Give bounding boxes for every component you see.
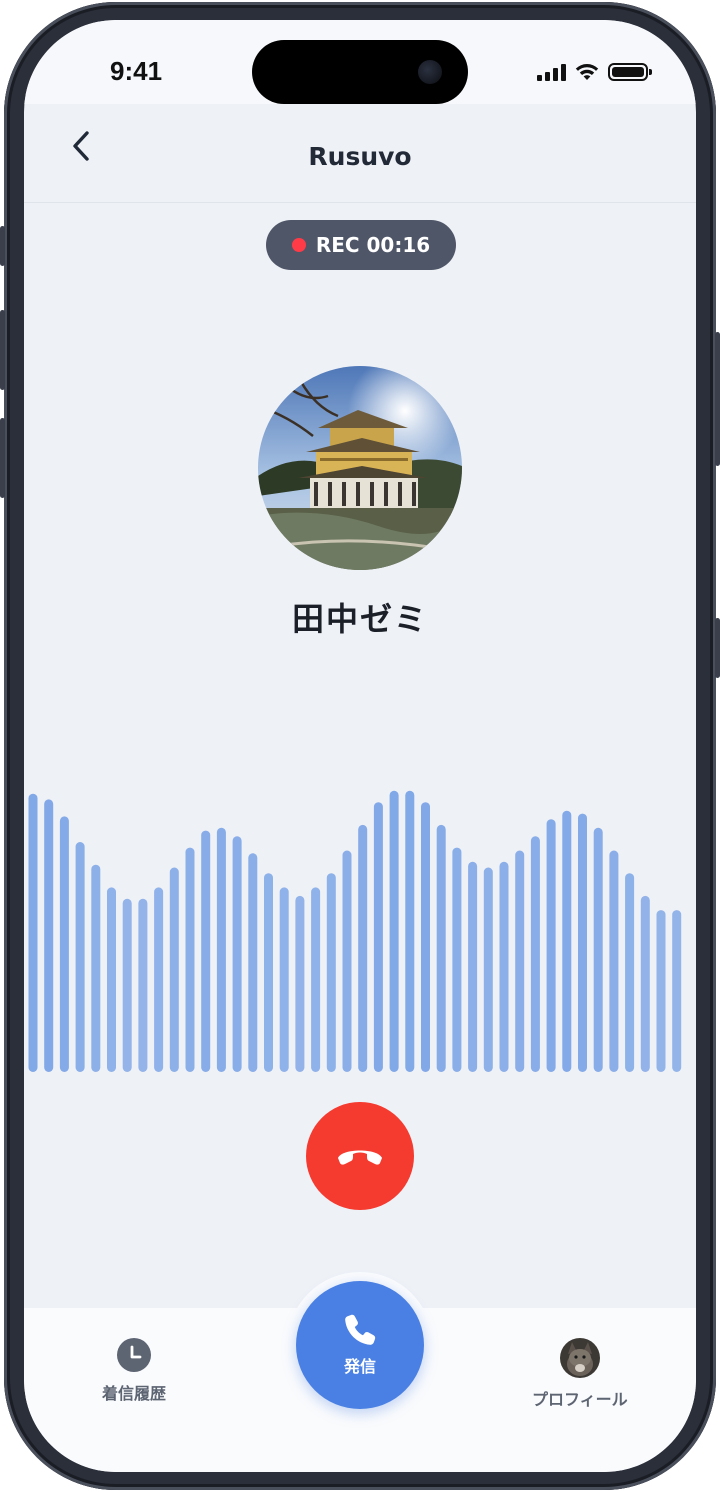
- rec-dot-icon: [291, 238, 306, 252]
- wifi-icon: [575, 64, 599, 80]
- waveform-bar: [295, 895, 305, 1072]
- waveform-bar: [311, 887, 321, 1072]
- waveform-bar: [515, 850, 525, 1072]
- waveform-bar: [201, 830, 211, 1072]
- clock-icon: [117, 1338, 151, 1372]
- page-title: Rusuvo: [308, 142, 412, 171]
- nav-bar: Rusuvo: [24, 104, 696, 203]
- waveform-bar: [107, 887, 116, 1072]
- waveform-bar: [358, 824, 368, 1072]
- cellular-signal-icon: [537, 63, 566, 81]
- waveform-bar: [530, 836, 540, 1072]
- waveform-bar: [28, 793, 38, 1072]
- cat-avatar: [559, 1338, 600, 1378]
- waveform-bar: [562, 810, 572, 1072]
- waveform-bar: [421, 802, 430, 1072]
- end-call-button[interactable]: [306, 1102, 414, 1210]
- call-button[interactable]: 発信: [296, 1281, 424, 1409]
- screen: 9:41 Rusuvo REC 00:16 田中ゼミ 着信履歴 プロフィール 発…: [24, 20, 696, 1472]
- waveform-bar: [232, 836, 242, 1072]
- waveform-bar: [75, 842, 85, 1072]
- tab-history-label: 着信履歴: [102, 1384, 167, 1403]
- waveform-bar: [499, 861, 509, 1072]
- audio-waveform: [28, 790, 682, 1072]
- waveform-bar: [609, 850, 619, 1072]
- dynamic-island: [252, 40, 468, 104]
- contact-name: 田中ゼミ: [291, 600, 428, 638]
- tab-profile[interactable]: プロフィール: [532, 1338, 628, 1410]
- waveform-bar: [169, 867, 179, 1072]
- waveform-bar: [640, 895, 650, 1072]
- recording-badge: REC 00:16: [266, 220, 456, 270]
- waveform-bar: [185, 847, 195, 1072]
- action-button: [0, 226, 5, 266]
- recording-timer: REC 00:16: [315, 233, 431, 257]
- waveform-bar: [672, 910, 682, 1072]
- kinkakuji-photo: [258, 366, 462, 570]
- waveform-bar: [405, 790, 415, 1072]
- waveform-bar: [625, 873, 635, 1072]
- waveform-bar: [138, 898, 148, 1072]
- waveform-bar: [373, 802, 383, 1072]
- status-icons: [537, 60, 652, 84]
- power-button: [715, 332, 720, 466]
- waveform-bar: [389, 790, 399, 1072]
- phone-icon: [345, 1314, 376, 1345]
- call-button-label: 発信: [343, 1357, 376, 1376]
- waveform-bar: [91, 864, 101, 1072]
- tab-profile-label: プロフィール: [532, 1390, 628, 1409]
- waveform-bar: [326, 873, 336, 1072]
- waveform-bar: [578, 813, 587, 1072]
- waveform-bar: [216, 827, 226, 1072]
- contact-avatar: [258, 366, 462, 570]
- volume-up-button: [0, 310, 5, 390]
- status-bar: 9:41: [24, 20, 696, 104]
- waveform-bar: [483, 867, 493, 1072]
- waveform-bar: [154, 887, 164, 1072]
- waveform-bar: [342, 850, 352, 1072]
- waveform-bar: [436, 824, 446, 1072]
- waveform-bar: [59, 816, 69, 1072]
- waveform-bar: [279, 887, 289, 1072]
- waveform-bar: [593, 827, 603, 1072]
- waveform-bar: [122, 898, 132, 1072]
- front-camera: [418, 60, 442, 84]
- volume-down-button: [0, 418, 5, 498]
- waveform-bar: [264, 873, 273, 1072]
- waveform-bar: [248, 853, 258, 1072]
- hang-up-icon: [338, 1150, 382, 1165]
- battery-icon: [608, 63, 652, 81]
- waveform-bar: [546, 819, 556, 1072]
- tab-history[interactable]: 着信履歴: [102, 1338, 166, 1404]
- status-time: 9:41: [110, 56, 163, 86]
- waveform-bar: [452, 847, 462, 1072]
- waveform-bar: [656, 910, 666, 1072]
- home-indicator-area: [24, 1462, 696, 1472]
- waveform-bar: [468, 861, 478, 1072]
- waveform-bar: [44, 799, 54, 1072]
- camera-control-button: [715, 618, 720, 678]
